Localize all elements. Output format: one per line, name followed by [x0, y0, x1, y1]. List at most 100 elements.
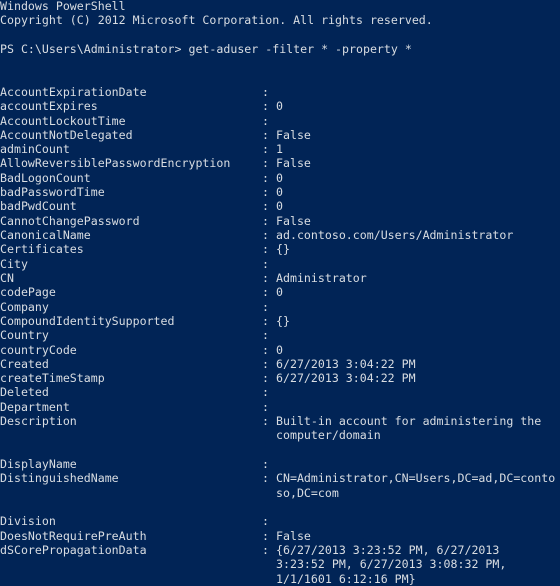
property-separator: : — [262, 256, 269, 271]
property-value: False — [276, 213, 311, 228]
command-prompt-line[interactable]: PS C:\Users\Administrator> get-aduser -f… — [0, 42, 560, 56]
property-row: badPwdCount:0 — [0, 199, 560, 213]
property-separator: : — [262, 313, 269, 328]
property-separator: : — [262, 199, 269, 214]
property-value: 0 — [276, 342, 283, 357]
property-row: DoesNotRequirePreAuth: False — [0, 529, 560, 543]
property-separator: : — [262, 142, 269, 157]
property-separator: : — [262, 371, 269, 386]
property-value: 0 — [276, 170, 283, 185]
property-separator: : — [262, 242, 269, 257]
property-separator: : — [262, 156, 269, 171]
property-name: Company — [0, 299, 49, 314]
property-value-wrap-line: 1/1/1601 6:12:16 PM} — [0, 572, 560, 586]
property-row: Division: — [0, 514, 560, 528]
property-separator: : — [262, 414, 269, 429]
property-name: CannotChangePassword — [0, 213, 140, 228]
property-row: AllowReversiblePasswordEncryption: False — [0, 156, 560, 170]
property-value: {6/27/2013 3:23:52 PM, 6/27/2013 — [276, 542, 500, 557]
property-name: CompoundIdentitySupported — [0, 313, 175, 328]
property-row: codePage:0 — [0, 285, 560, 299]
property-row: CanonicalName: ad.contoso.com/Users/Admin… — [0, 228, 560, 242]
banner-line-product: Windows PowerShell — [0, 0, 126, 13]
property-value: 6/27/2013 3:04:22 PM — [276, 371, 416, 386]
property-value: 0 — [276, 199, 283, 214]
property-value-wrap-line: 3:23:52 PM, 6/27/2013 3:08:32 PM, — [0, 557, 560, 571]
property-separator: : — [262, 213, 269, 228]
property-row: Company: — [0, 300, 560, 314]
property-value: 0 — [276, 99, 283, 114]
property-separator: : — [262, 328, 269, 343]
property-value: 0 — [276, 185, 283, 200]
property-name: Certificates — [0, 242, 84, 257]
property-value: {} — [276, 242, 290, 257]
property-name: Country — [0, 328, 49, 343]
property-separator: : — [262, 170, 269, 185]
property-value-continuation: so,DC=com — [276, 485, 339, 500]
property-row: Certificates: {} — [0, 242, 560, 256]
property-name: CN — [0, 270, 14, 285]
property-name: adminCount — [0, 142, 70, 157]
property-row: DistinguishedName: CN=Administrator,CN=Us… — [0, 471, 560, 485]
property-name: DisplayName — [0, 457, 77, 471]
property-separator: : — [262, 285, 269, 300]
property-value: False — [276, 528, 311, 543]
property-value: False — [276, 127, 311, 142]
property-row: CannotChangePassword: False — [0, 214, 560, 228]
property-name: City — [0, 256, 28, 271]
property-name: CanonicalName — [0, 228, 91, 242]
property-separator: : — [262, 528, 269, 543]
property-separator: : — [262, 99, 269, 114]
property-name: badPasswordTime — [0, 185, 105, 200]
property-separator: : — [262, 457, 269, 471]
property-value-wrap-line: computer/domain — [0, 428, 560, 442]
property-row: AccountNotDelegated: False — [0, 128, 560, 142]
property-separator: : — [262, 127, 269, 142]
property-value-wrap-line: so,DC=com — [0, 486, 560, 500]
property-separator: : — [262, 542, 269, 557]
property-row: City: — [0, 257, 560, 271]
property-separator: : — [262, 385, 269, 400]
property-name: AccountNotDelegated — [0, 127, 133, 142]
powershell-console-window[interactable]: Windows PowerShell Copyright (C) 2012 Mi… — [0, 0, 560, 586]
property-name: Department — [0, 399, 70, 414]
property-value: False — [276, 156, 311, 171]
property-row: countryCode:0 — [0, 343, 560, 357]
property-name: BadLogonCount — [0, 170, 91, 185]
property-value: CN=Administrator,CN=Users,DC=ad,DC=conto — [276, 471, 556, 486]
property-separator: : — [262, 356, 269, 371]
property-row: Department: — [0, 400, 560, 414]
property-name: dSCorePropagationData — [0, 542, 147, 557]
property-separator: : — [262, 514, 269, 529]
property-name: Deleted — [0, 385, 49, 400]
console-screen-buffer: Windows PowerShell Copyright (C) 2012 Mi… — [0, 0, 560, 586]
property-name: DoesNotRequirePreAuth — [0, 528, 147, 543]
property-name: AccountExpirationDate — [0, 84, 147, 99]
property-row: Deleted: — [0, 385, 560, 399]
banner-line-copyright: Copyright (C) 2012 Microsoft Corporation… — [0, 13, 433, 28]
property-value: Built-in account for administering the — [276, 414, 542, 429]
property-value: Administrator — [276, 270, 367, 285]
property-row: Created:6/27/2013 3:04:22 PM — [0, 357, 560, 371]
property-value: 1 — [276, 142, 283, 157]
property-row: CN: Administrator — [0, 271, 560, 285]
property-separator: : — [262, 228, 269, 242]
property-output-list: AccountExpirationDate: accountExpires:0 Ac… — [0, 85, 560, 586]
property-value-continuation: computer/domain — [276, 428, 381, 443]
property-row: BadLogonCount:0 — [0, 171, 560, 185]
property-name: Created — [0, 356, 49, 371]
property-name: badPwdCount — [0, 199, 77, 214]
property-row: Country: — [0, 328, 560, 342]
property-separator: : — [262, 342, 269, 357]
property-name: createTimeStamp — [0, 371, 105, 386]
property-row: CompoundIdentitySupported: {} — [0, 314, 560, 328]
property-value: 0 — [276, 285, 283, 300]
property-name: codePage — [0, 285, 56, 300]
property-separator: : — [262, 113, 269, 128]
property-name: DistinguishedName — [0, 471, 119, 486]
property-name: AccountLockoutTime — [0, 113, 126, 128]
